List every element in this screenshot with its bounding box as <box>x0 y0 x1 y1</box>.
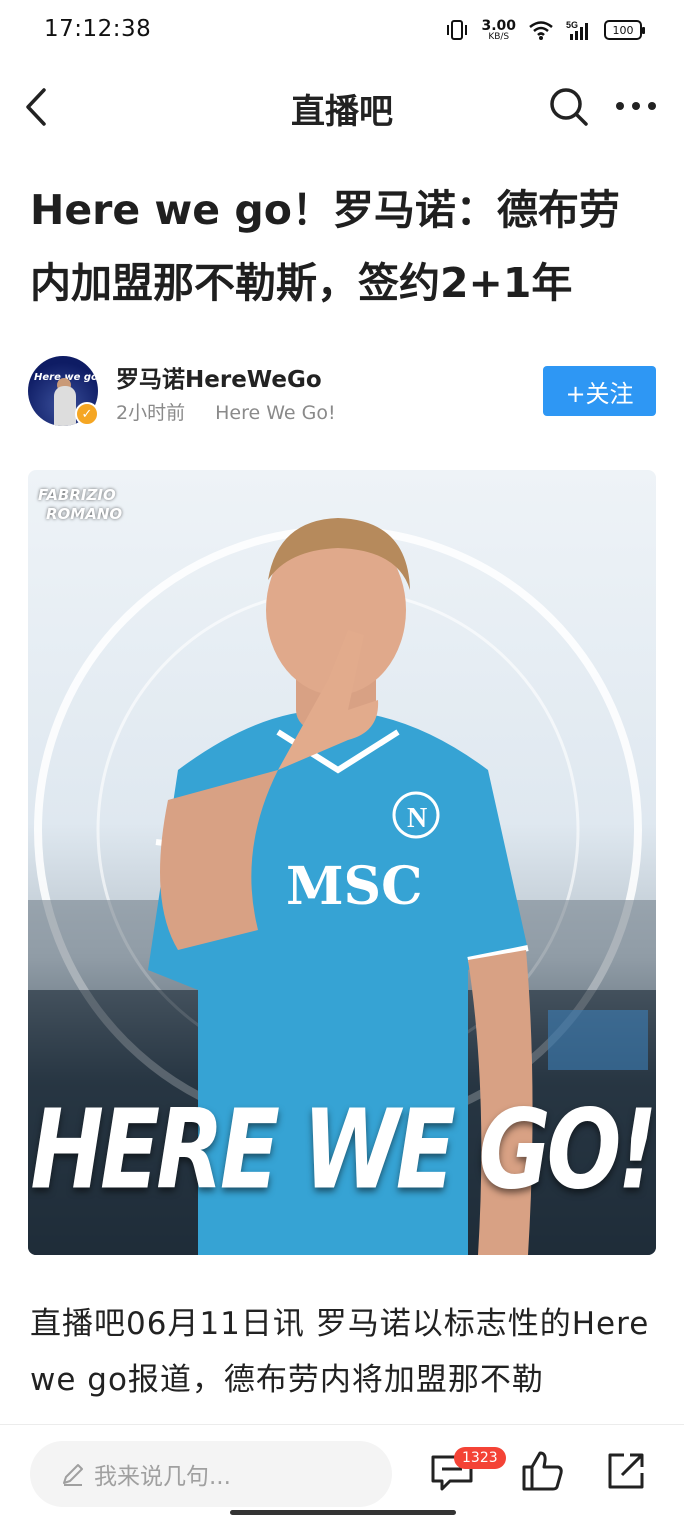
bottom-action-bar: 我来说几句... <box>0 1424 684 1520</box>
battery-level: 100 <box>612 23 634 37</box>
search-icon[interactable] <box>546 84 590 128</box>
wifi-icon <box>529 21 553 40</box>
hero-watermark: FABRIZIO ROMANO <box>38 486 122 524</box>
hero-slogan: HERE WE GO! <box>30 1085 656 1214</box>
verified-badge-icon: ✓ <box>75 402 99 426</box>
status-time: 17:12:38 <box>44 16 152 42</box>
vibrate-icon <box>447 20 468 40</box>
comment-placeholder: 我来说几句... <box>94 1464 231 1490</box>
net-speed-unit: KB/S <box>488 31 510 42</box>
more-icon[interactable] <box>612 88 660 124</box>
svg-text:N: N <box>407 803 427 834</box>
pencil-icon <box>63 1464 83 1486</box>
watermark-line-2: ROMANO <box>46 505 123 523</box>
jersey-sponsor-text: MSC <box>286 856 423 917</box>
top-nav-bar: 直播吧 <box>0 62 684 152</box>
author-row: Here we go ✓ 罗马诺HereWeGo 2小时前 Here We Go!… <box>28 354 656 428</box>
author-name[interactable]: 罗马诺HereWeGo <box>116 360 322 394</box>
article-hero-image[interactable]: N FABRIZIO ROMANO MSC HERE WE GO! <box>28 470 656 1255</box>
watermark-line-1: FABRIZIO <box>38 486 116 504</box>
cellular-signal-icon: 5G <box>566 20 588 40</box>
status-bar: 17:12:38 3.00 KB/S 5G 100 <box>0 0 684 62</box>
comment-input[interactable]: 我来说几句... <box>30 1441 392 1507</box>
share-icon[interactable] <box>602 1447 650 1495</box>
comment-count-badge: 1323 <box>454 1447 506 1469</box>
avatar-person-body <box>54 386 76 426</box>
net-speed-value: 3.00 <box>481 17 516 34</box>
network-type: 5G <box>566 20 578 30</box>
follow-button[interactable]: +关注 <box>543 366 656 416</box>
battery-icon: 100 <box>604 20 645 40</box>
article-body: 直播吧06月11日讯 罗马诺以标志性的Here we go报道，德布劳内将加盟那… <box>30 1306 650 1398</box>
status-icons: 3.00 KB/S 5G 100 <box>445 14 645 46</box>
post-time: 2小时前 <box>116 402 186 424</box>
article-headline: Here we go！罗马诺：德布劳内加盟那不勒斯，签约2+1年 <box>30 186 620 307</box>
like-icon[interactable] <box>518 1447 566 1495</box>
post-source: Here We Go! <box>215 402 336 424</box>
author-meta: 2小时前 Here We Go! <box>116 398 336 425</box>
net-speed: 3.00 KB/S <box>481 19 516 42</box>
home-indicator[interactable] <box>230 1510 456 1515</box>
